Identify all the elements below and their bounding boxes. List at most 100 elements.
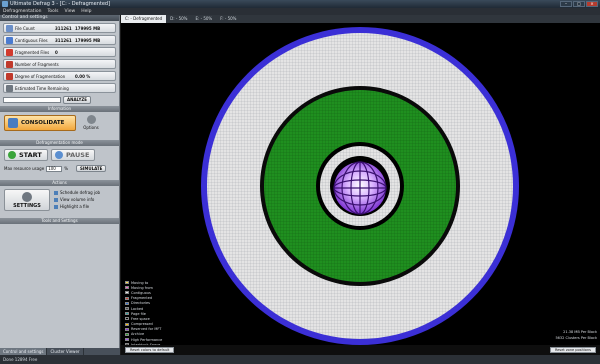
stat-degree-of-fragmentation: Degree of Fragmentation 0.00 %	[3, 71, 116, 81]
stat-file-count: File Count 311261 179995 MB	[3, 23, 116, 33]
legend-label: Directories	[131, 301, 151, 306]
tools-caption: Tools and Settings	[0, 218, 119, 224]
legend-item[interactable]: Reserved for MFT	[125, 327, 162, 332]
schedule-link[interactable]: Schedule defrag job	[54, 189, 100, 196]
stat-size: 179995 MB	[75, 25, 101, 31]
settings-label: SETTINGS	[13, 203, 41, 209]
volume-info-link[interactable]: View volume info	[54, 196, 100, 203]
legend-label: Locked	[131, 306, 144, 311]
start-label: START	[19, 151, 42, 159]
fragments-icon	[6, 60, 13, 68]
resource-label: Max resource usage	[4, 166, 45, 171]
play-icon	[8, 151, 16, 159]
stat-label: File Count	[15, 25, 35, 31]
tab-drive-f[interactable]: F: - 50%	[216, 15, 240, 23]
stat-estimated-time: Estimated Time Remaining	[3, 83, 116, 93]
menu-help[interactable]: Help	[78, 8, 94, 15]
contiguous-icon	[6, 36, 13, 44]
fragmented-icon	[6, 48, 13, 56]
stat-size: 179995 MB	[75, 37, 101, 43]
resource-row: Max resource usage 100 % SIMULATE	[4, 165, 107, 172]
map-footer: Reset colors to default Reset zone posit…	[121, 345, 600, 355]
legend-swatch	[125, 322, 129, 326]
resource-unit: %	[64, 166, 68, 171]
legend-swatch	[125, 296, 129, 300]
app-icon	[2, 1, 8, 7]
legend-label: Archive	[131, 332, 145, 337]
pause-icon	[55, 151, 63, 159]
legend-label: Reserved for MFT	[131, 327, 162, 332]
analyze-row: ANALYZE	[3, 96, 116, 104]
stat-value: 311261	[55, 37, 72, 43]
legend-item[interactable]: High Performance	[125, 337, 162, 342]
consolidate-button[interactable]: CONSOLIDATE	[4, 115, 76, 131]
close-button[interactable]: ×	[586, 1, 598, 7]
stat-contiguous-files: Contiguous Files 311261 179995 MB	[3, 35, 116, 45]
stat-label: Number of Fragments	[15, 61, 59, 67]
legend-swatch	[125, 327, 129, 331]
tab-drive-e[interactable]: E: - 50%	[191, 15, 216, 23]
defrag-mode-area: CONSOLIDATE Options	[0, 112, 119, 138]
legend-swatch	[125, 291, 129, 295]
gear-icon	[22, 192, 32, 202]
stat-value: 0	[55, 49, 58, 55]
legend-label: High Performance	[131, 337, 163, 342]
legend-swatch	[125, 307, 129, 311]
reset-zone-button[interactable]: Reset zone positions	[549, 347, 596, 353]
tab-drive-d[interactable]: D: - 50%	[166, 15, 191, 23]
drive-map-area: C: - Defragmented D: - 50% E: - 50% F: -…	[121, 15, 600, 355]
analyze-button[interactable]: ANALYZE	[63, 96, 91, 104]
tools-area: SETTINGS Schedule defrag job View volume…	[0, 186, 119, 216]
schedule-label: Schedule defrag job	[60, 190, 101, 195]
info-icon	[54, 197, 58, 202]
options-button[interactable]: Options	[80, 115, 102, 133]
minimize-button[interactable]: –	[560, 1, 572, 7]
control-panel: Control and settings File Count 311261 1…	[0, 15, 120, 355]
legend: Moving to Moving from Contiguous Fragmen…	[125, 280, 162, 347]
tab-cluster-viewer[interactable]: Cluster Viewer	[47, 348, 84, 355]
disk-map[interactable]	[121, 23, 600, 345]
legend-swatch	[125, 286, 129, 290]
legend-label: Compressed	[131, 322, 153, 327]
simulate-button[interactable]: SIMULATE	[76, 165, 107, 172]
clock-icon	[6, 84, 13, 92]
legend-label: Moving to	[131, 280, 149, 285]
legend-label: Page file	[131, 311, 146, 316]
legend-swatch	[125, 312, 129, 316]
maximize-button[interactable]: □	[573, 1, 585, 7]
files-icon	[6, 24, 13, 32]
highlight-label: Highlight a file	[60, 204, 90, 209]
settings-button[interactable]: SETTINGS	[4, 189, 50, 211]
menu-tools[interactable]: Tools	[44, 8, 61, 15]
calendar-icon	[54, 190, 58, 195]
stat-label: Degree of Fragmentation	[15, 73, 66, 79]
reset-colors-button[interactable]: Reset colors to default	[125, 347, 175, 353]
analyze-progress	[3, 97, 61, 103]
menu-defragmentation[interactable]: Defragmentation	[0, 8, 44, 15]
resource-input[interactable]: 100	[46, 165, 63, 172]
stat-size: 0.00 %	[75, 73, 91, 79]
volume-info-label: View volume info	[60, 197, 95, 202]
pause-label: PAUSE	[66, 151, 90, 159]
actions-area: START PAUSE Max resource usage 100 % SIM…	[0, 146, 119, 178]
tab-drive-c[interactable]: C: - Defragmented	[121, 15, 167, 23]
tool-links: Schedule defrag job View volume info Hig…	[54, 189, 100, 210]
clusters-per-block: 5632 Clusters Per Block	[555, 336, 597, 340]
legend-label: Moving from	[131, 285, 153, 290]
legend-swatch	[125, 281, 129, 285]
stat-label: Fragmented Files	[15, 49, 50, 55]
status-bar: Done 12894 Free	[0, 355, 600, 364]
legend-swatch	[125, 301, 129, 305]
drive-tabs: C: - Defragmented D: - 50% E: - 50% F: -…	[121, 15, 600, 23]
panel-header: Control and settings	[0, 15, 119, 21]
highlight-file-link[interactable]: Highlight a file	[54, 203, 100, 210]
stat-label: Contiguous Files	[15, 37, 48, 43]
tab-control-settings[interactable]: Control and settings	[0, 348, 48, 355]
menu-view[interactable]: View	[62, 8, 79, 15]
degree-icon	[6, 72, 13, 80]
stat-label: Estimated Time Remaining	[15, 85, 69, 91]
pause-button[interactable]: PAUSE	[51, 149, 95, 161]
stat-fragmented-files: Fragmented Files 0	[3, 47, 116, 57]
start-button[interactable]: START	[4, 149, 48, 161]
legend-label: Contiguous	[131, 290, 151, 295]
